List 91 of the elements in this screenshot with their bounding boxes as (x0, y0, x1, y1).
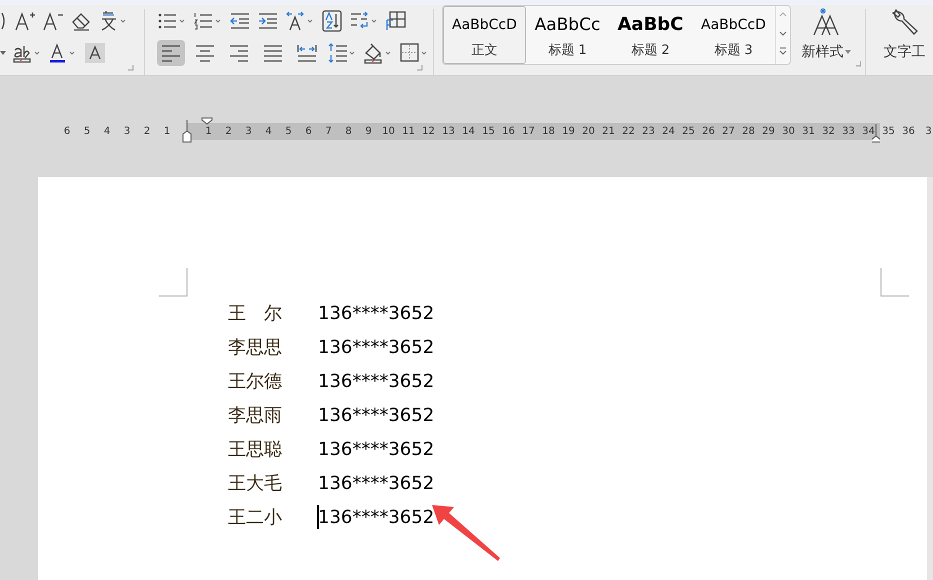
ruler-number: 17 (522, 125, 535, 139)
style-label: 标题 3 (714, 42, 753, 59)
ruler-number: 8 (345, 125, 352, 139)
ruler-number: 2 (142, 125, 152, 139)
ruler-number: 11 (402, 125, 415, 139)
first-line-indent-icon[interactable] (201, 117, 213, 125)
ruler-number: 5 (285, 125, 292, 139)
contact-name: 王二小 (228, 506, 283, 529)
ruler-number: 19 (562, 125, 575, 139)
style-preview: AaBbCcD (701, 16, 766, 35)
style-label: 标题 2 (631, 42, 670, 59)
phone-number: 136****3652 (318, 472, 434, 494)
ruler-number: 29 (762, 125, 775, 139)
ruler-number: 18 (542, 125, 555, 139)
style-option[interactable]: AaBbCcD 正文 (442, 6, 526, 64)
borders-icon[interactable] (399, 42, 429, 64)
paint-bucket-icon[interactable] (363, 42, 393, 64)
style-option[interactable]: AaBbCc 标题 1 (526, 6, 609, 64)
contact-name: 李思雨 (228, 404, 283, 427)
phone-number: 136****3652 (318, 336, 434, 358)
phone-number: 136****3652 (318, 302, 434, 324)
new-style-button[interactable]: 新样式 (796, 5, 856, 75)
style-option[interactable]: AaBbCcD 标题 3 (692, 6, 775, 64)
ruler-number: 3 (245, 125, 252, 139)
ruler-number: 27 (722, 125, 735, 139)
sort-icon[interactable] (321, 10, 343, 32)
ruler-number: 6 (62, 125, 72, 139)
ruler-number: 16 (502, 125, 515, 139)
margin-corner-mark (880, 268, 909, 297)
contact-name: 李思思 (228, 336, 283, 359)
ruler-number: 23 (642, 125, 655, 139)
ruler-number: 4 (265, 125, 272, 139)
ruler-number: 1 (162, 125, 172, 139)
text-cursor (317, 505, 319, 529)
ruler-number: 12 (422, 125, 435, 139)
ruler-number: 33 (842, 125, 855, 139)
caret-icon[interactable] (845, 50, 852, 54)
margin-corner-mark (159, 268, 188, 297)
character-spacing-icon[interactable] (285, 10, 315, 32)
ruler-number: 9 (365, 125, 372, 139)
ruler-number: 24 (662, 125, 675, 139)
ruler-number: 26 (702, 125, 715, 139)
style-label: 正文 (471, 42, 498, 59)
line-spacing-icon[interactable] (327, 42, 357, 64)
ruler-number: 35 (882, 125, 895, 139)
ruler-number: 22 (622, 125, 635, 139)
ruler-number: 15 (482, 125, 495, 139)
character-shading-icon[interactable] (84, 42, 106, 64)
new-style-icon[interactable] (811, 7, 842, 37)
contact-name: 王思聪 (228, 438, 283, 461)
ruler-number: 28 (742, 125, 755, 139)
text-tools-button[interactable]: 文字工 (876, 5, 933, 75)
numbered-list-icon[interactable] (193, 10, 223, 32)
ruler-number: 36 (902, 125, 915, 139)
ruler-number: 30 (782, 125, 795, 139)
ruler-number: 14 (462, 125, 475, 139)
ruler-number: 10 (382, 125, 395, 139)
ruler-number: 2 (225, 125, 232, 139)
ruler-number: 20 (582, 125, 595, 139)
indent-marker-icon[interactable] (182, 120, 192, 144)
left-align-button[interactable] (157, 40, 185, 66)
ruler-number: 6 (305, 125, 312, 139)
ruler-number: 4 (102, 125, 112, 139)
style-label: 标题 1 (548, 42, 587, 59)
ruler-number: 7 (325, 125, 332, 139)
style-preview: AaBbC (618, 13, 684, 37)
ruler-number: 34 (862, 125, 875, 139)
phone-number: 136****3652 (318, 370, 434, 392)
ruler-number: 25 (682, 125, 695, 139)
ruler-number: 31 (802, 125, 815, 139)
phone-number: 136****3652 (318, 506, 434, 528)
table-icon[interactable] (385, 10, 407, 32)
caret-icon[interactable] (0, 51, 6, 55)
contact-name: 王尔德 (228, 370, 283, 393)
ruler-number: 21 (602, 125, 615, 139)
wrench-icon[interactable] (890, 7, 920, 37)
phone-number: 136****3652 (318, 438, 434, 460)
phone-number: 136****3652 (318, 404, 434, 426)
style-option[interactable]: AaBbC 标题 2 (608, 6, 692, 64)
style-preview: AaBbCcD (452, 16, 517, 35)
ruler-number: 1 (205, 125, 212, 139)
ruler-number: 5 (82, 125, 92, 139)
grow-font-icon[interactable] (14, 10, 36, 32)
ruler-number: 3 (122, 125, 132, 139)
shrink-font-icon[interactable] (42, 10, 64, 32)
ruler-number: 32 (822, 125, 835, 139)
ruler-number: 3 (925, 125, 932, 139)
style-preview: AaBbCc (534, 14, 600, 37)
contact-name: 王 尔 (228, 302, 283, 325)
contact-name: 王大毛 (228, 472, 283, 495)
ruler-number: 13 (442, 125, 455, 139)
